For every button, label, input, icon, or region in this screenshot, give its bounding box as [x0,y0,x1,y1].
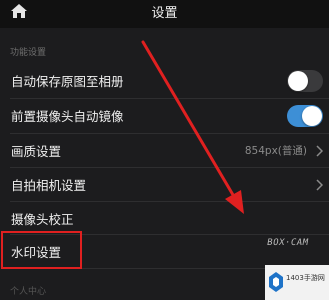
chevron-right-icon [316,178,323,191]
section-header-features: 功能设置 [10,48,47,58]
setting-label: 自拍相机设置 [11,178,87,193]
toggle-knob [288,70,308,91]
quality-value: 854px(普通) [244,145,307,157]
setting-label: 摄像头校正 [11,212,74,227]
highlight-annotation-box [1,231,82,269]
page-title: 设置 [151,6,178,21]
logo-icon [269,272,283,292]
setting-label: 自动保存原图至相册 [11,74,124,89]
setting-row-selfie-camera[interactable]: 自拍相机设置 [0,168,329,201]
setting-row-front-mirror[interactable]: 前置摄像头自动镜像 [0,99,329,132]
auto-save-toggle[interactable] [287,69,323,92]
setting-label: 前置摄像头自动镜像 [11,109,124,124]
logo-text: 1403手游网 [286,274,325,282]
setting-row-auto-save[interactable]: 自动保存原图至相册 [0,64,329,97]
setting-label: 画质设置 [11,144,62,159]
site-logo-badge: 1403手游网 [265,265,329,300]
section-header-personal: 个人中心 [10,287,47,297]
watermark-preview: BOX·CAM [266,238,310,248]
front-mirror-toggle[interactable] [287,104,323,127]
toggle-knob [302,105,322,126]
setting-row-quality[interactable]: 画质设置 854px(普通) [0,134,329,167]
chevron-right-icon [316,144,323,157]
app-header: 设置 [0,0,329,28]
